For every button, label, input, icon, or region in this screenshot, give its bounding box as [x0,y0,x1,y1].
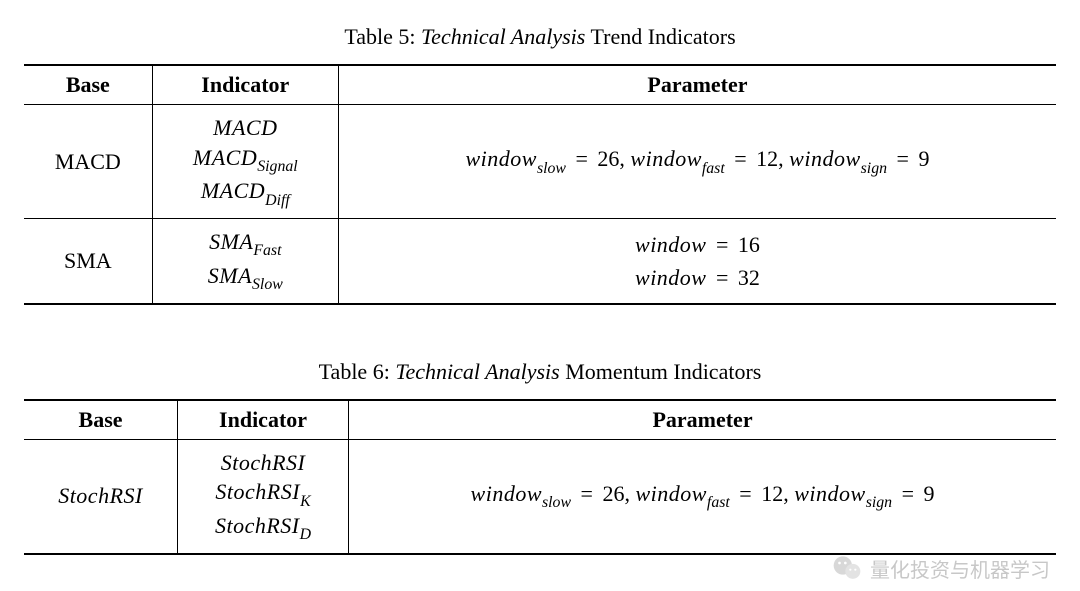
table5-caption-label: Table 5: [344,24,421,49]
table5: Base Indicator Parameter MACD MACD MACDS… [24,64,1056,305]
table6-th-base: Base [24,400,178,440]
table5-th-base: Base [24,65,152,105]
indicator-macd-diff: MACDDiff [201,176,290,210]
param-stack: window = 16 window = 32 [349,222,1046,300]
table5-macd-base: MACD [24,105,152,219]
table6: Base Indicator Parameter StochRSI StochR… [24,399,1056,555]
table6-caption-tail: Momentum Indicators [560,359,762,384]
table5-macd-param: windowslow = 26, windowfast = 12, window… [338,105,1056,219]
table6-header-row: Base Indicator Parameter [24,400,1056,440]
indicator-macd: MACD [213,113,277,143]
table6-stochrsi-param: windowslow = 26, windowfast = 12, window… [349,439,1056,554]
table5-caption-emph: Technical Analysis [421,24,585,49]
table5-th-parameter: Parameter [338,65,1056,105]
table6-caption: Table 6: Technical Analysis Momentum Ind… [24,359,1056,385]
table6-stochrsi-base: StochRSI [24,439,178,554]
indicator-stack: MACD MACDSignal MACDDiff [163,107,328,216]
table5-row-macd: MACD MACD MACDSignal MACDDiff windowslow… [24,105,1056,219]
indicator-sma-slow: SMASlow [208,261,283,295]
indicator-stochrsi-d: StochRSID [215,511,311,545]
indicator-sma-fast: SMAFast [209,227,281,261]
indicator-stochrsi-k: StochRSIK [215,477,310,511]
table5-caption: Table 5: Technical Analysis Trend Indica… [24,24,1056,50]
table5-sma-base: SMA [24,219,152,304]
table6-th-parameter: Parameter [349,400,1056,440]
table6-th-indicator: Indicator [178,400,349,440]
table5-header-row: Base Indicator Parameter [24,65,1056,105]
macd-param-expr: windowslow = 26, windowfast = 12, window… [465,146,929,171]
table5-row-sma: SMA SMAFast SMASlow window = 16 window =… [24,219,1056,304]
table6-caption-emph: Technical Analysis [395,359,559,384]
table5-macd-indicators: MACD MACDSignal MACDDiff [152,105,338,219]
table5-caption-tail: Trend Indicators [585,24,735,49]
table5-sma-indicators: SMAFast SMASlow [152,219,338,304]
table5-th-indicator: Indicator [152,65,338,105]
sma-param-slow: window = 32 [635,261,760,294]
indicator-macd-signal: MACDSignal [193,143,298,177]
table6-row-stochrsi: StochRSI StochRSI StochRSIK StochRSID wi… [24,439,1056,554]
indicator-stack: SMAFast SMASlow [163,221,328,301]
page-root: Table 5: Technical Analysis Trend Indica… [0,0,1080,565]
indicator-stack: StochRSI StochRSIK StochRSID [188,442,338,551]
indicator-stochrsi: StochRSI [221,448,306,478]
table6-stochrsi-indicators: StochRSI StochRSIK StochRSID [178,439,349,554]
stochrsi-param-expr: windowslow = 26, windowfast = 12, window… [471,481,935,506]
table5-sma-params: window = 16 window = 32 [338,219,1056,304]
sma-param-fast: window = 16 [635,228,760,261]
table6-caption-label: Table 6: [319,359,396,384]
spacer [24,305,1056,353]
